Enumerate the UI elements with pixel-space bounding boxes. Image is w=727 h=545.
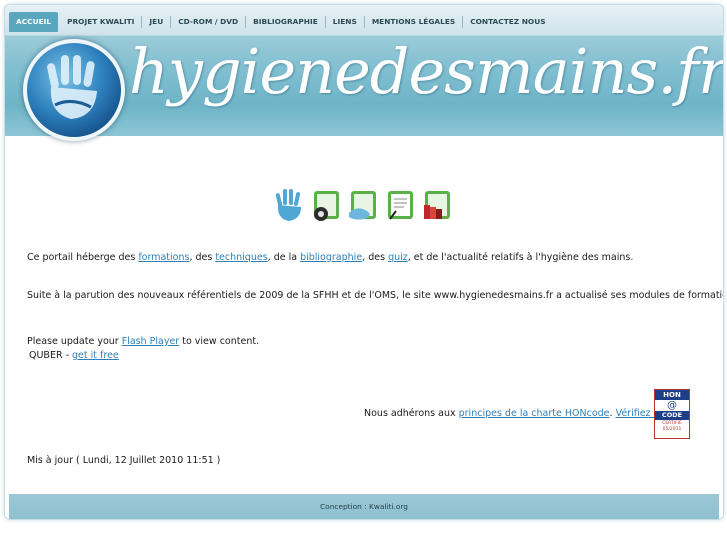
honcode-badge[interactable]: HON @ CODE CERTIFIÉ 05/2011 xyxy=(654,389,690,439)
nav-liens[interactable]: LIENS xyxy=(326,14,364,30)
link-quiz[interactable]: quiz xyxy=(388,252,408,263)
link-flash-player[interactable]: Flash Player xyxy=(122,336,179,347)
link-honcode-principles[interactable]: principes de la charte HONcode xyxy=(459,408,610,419)
footer-link-kwaliti[interactable]: Kwaliti.org xyxy=(369,502,408,511)
flash-text: to view content. xyxy=(179,336,260,347)
flash-text: Please update your xyxy=(27,336,122,347)
honcode-line: Nous adhérons aux principes de la charte… xyxy=(364,408,664,419)
hand-logo-icon xyxy=(47,55,97,119)
nav-projet-kwaliti[interactable]: PROJET KWALITI xyxy=(60,14,141,30)
hand-icon[interactable] xyxy=(273,187,306,223)
nav-contactez-nous[interactable]: CONTACTEZ NOUS xyxy=(463,14,552,30)
site-title[interactable]: hygienedesmains.fr xyxy=(129,35,723,108)
flash-notice: Please update your Flash Player to view … xyxy=(27,336,259,347)
module-icons xyxy=(273,187,454,223)
link-formations[interactable]: formations xyxy=(138,252,189,263)
intro-paragraph: Ce portail héberge des formations, des t… xyxy=(27,252,633,263)
link-get-it-free[interactable]: get it free xyxy=(72,350,119,361)
honcode-badge-status: CERTIFIÉ xyxy=(662,421,682,426)
link-bibliographie[interactable]: bibliographie xyxy=(300,252,362,263)
intro-text: Ce portail héberge des xyxy=(27,252,139,263)
last-update: Mis à jour ( Lundi, 12 Juillet 2010 11:5… xyxy=(27,455,221,466)
nav-accueil[interactable]: ACCUEIL xyxy=(9,12,59,32)
honcode-badge-mid: CODE xyxy=(655,411,689,420)
footer: Conception : Kwaliti.org xyxy=(9,494,719,519)
nav-jeu[interactable]: JEU xyxy=(142,14,170,30)
update-notice: Suite à la parution des nouveaux référen… xyxy=(27,290,724,301)
quber-label: QUBER - xyxy=(29,350,73,361)
main-nav: ACCUEIL PROJET KWALITI JEU CD-ROM / DVD … xyxy=(9,11,553,33)
hand-folder-icon[interactable] xyxy=(347,187,380,223)
honcode-badge-date: 05/2011 xyxy=(662,427,682,432)
site-logo[interactable] xyxy=(23,39,125,141)
document-folder-icon[interactable] xyxy=(384,187,417,223)
nav-mentions-legales[interactable]: MENTIONS LÉGALES xyxy=(365,14,462,30)
intro-text: , de la xyxy=(267,252,301,263)
nav-cdrom-dvd[interactable]: CD-ROM / DVD xyxy=(171,14,245,30)
intro-text: , des xyxy=(189,252,216,263)
intro-text: , des xyxy=(362,252,389,263)
gear-folder-icon[interactable] xyxy=(310,187,343,223)
nav-bibliographie[interactable]: BIBLIOGRAPHIE xyxy=(246,14,325,30)
honcode-at-icon: @ xyxy=(667,400,677,411)
page-frame: ACCUEIL PROJET KWALITI JEU CD-ROM / DVD … xyxy=(4,4,724,520)
books-folder-icon[interactable] xyxy=(421,187,454,223)
header-banner: ACCUEIL PROJET KWALITI JEU CD-ROM / DVD … xyxy=(5,5,723,141)
link-techniques[interactable]: techniques xyxy=(215,252,267,263)
footer-label: Conception : xyxy=(320,502,370,511)
honcode-badge-top: HON xyxy=(655,390,689,400)
quber-line: QUBER - get it free xyxy=(29,350,119,361)
honcode-text: Nous adhérons aux xyxy=(364,408,459,419)
intro-text: , et de l'actualité relatifs à l'hygiène… xyxy=(407,252,634,263)
